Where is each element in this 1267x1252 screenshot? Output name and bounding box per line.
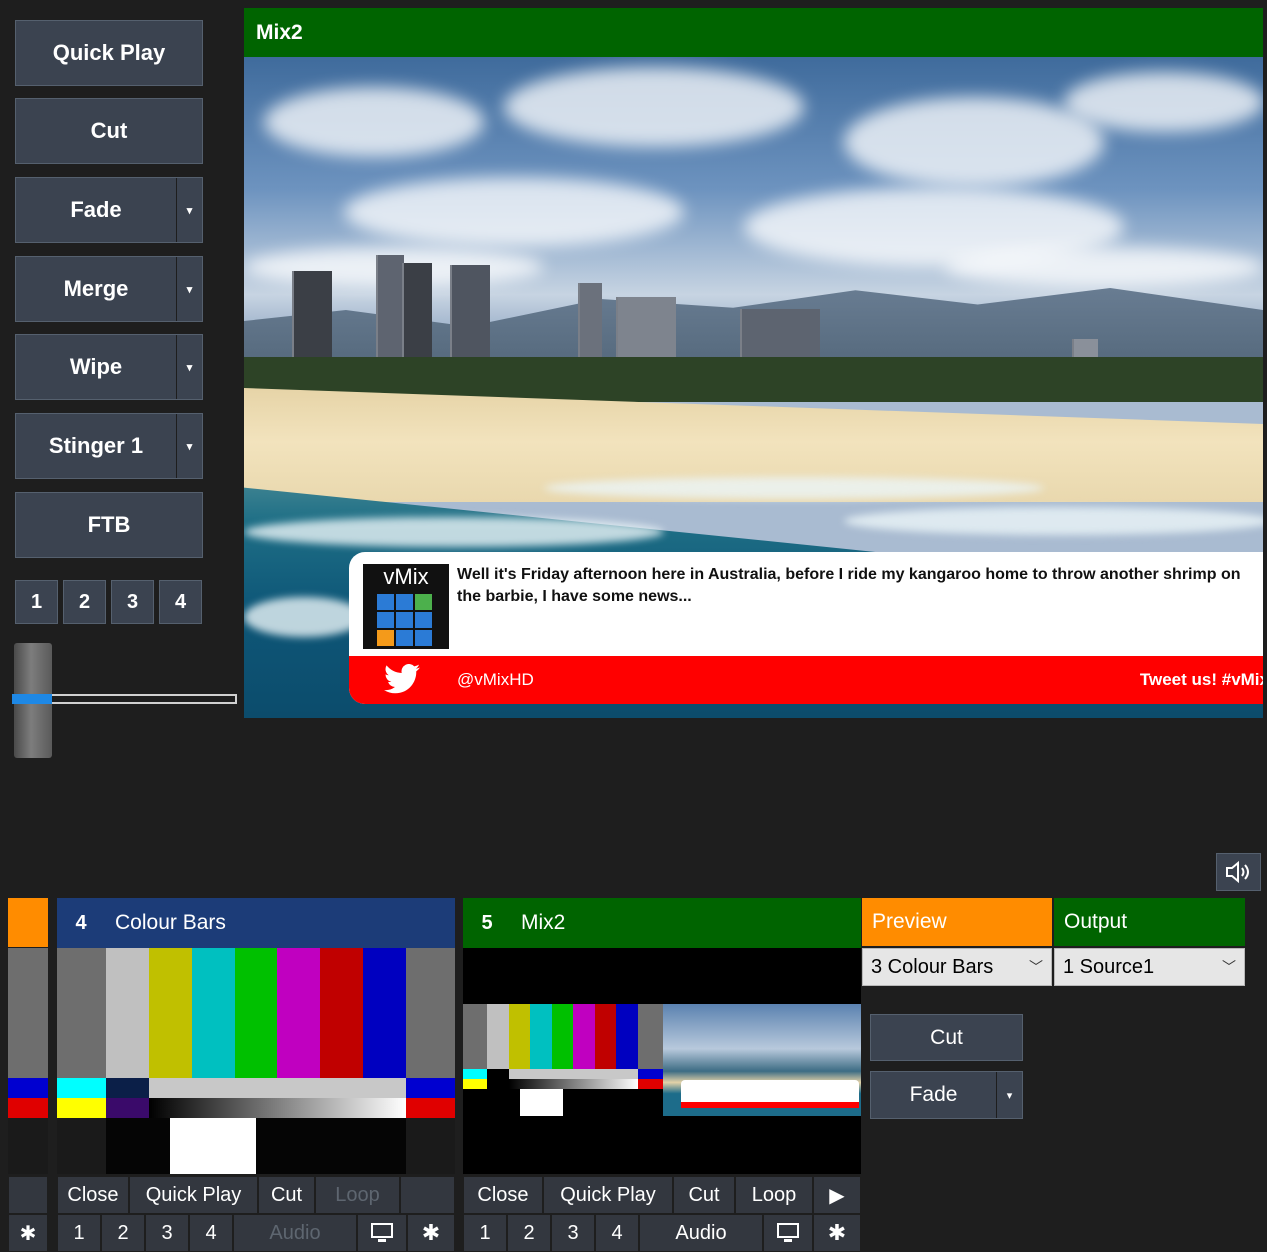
t-bar-indicator: [12, 694, 52, 704]
input-5-audio-button[interactable]: Audio: [639, 1214, 763, 1252]
wipe-label: Wipe: [69, 354, 123, 379]
input-4-loop-button[interactable]: Loop: [315, 1176, 400, 1214]
cut-label: Cut: [90, 118, 128, 143]
input-4-overlay-1-button[interactable]: 1: [57, 1214, 101, 1252]
merge-dropdown-icon[interactable]: ▾: [176, 257, 202, 321]
input-5-title: Mix2: [521, 911, 566, 934]
transition-3-button[interactable]: 3: [111, 580, 154, 624]
input-4-overlay-3-button[interactable]: 3: [145, 1214, 189, 1252]
input-5-header[interactable]: 5 Mix2: [463, 898, 861, 948]
stinger-button[interactable]: Stinger 1 ▾: [15, 413, 203, 479]
fade-label: Fade: [70, 197, 122, 222]
preview-select-value: 3 Colour Bars: [871, 955, 994, 978]
mix-fade-dropdown-icon[interactable]: ▾: [996, 1072, 1022, 1118]
input-5-overlay-3-button[interactable]: 3: [551, 1214, 595, 1252]
stinger-label: Stinger 1: [48, 433, 144, 458]
partial-gear-icon[interactable]: ✱: [8, 1214, 48, 1252]
twitter-bird-icon: [384, 664, 420, 694]
output-label: Output: [1054, 898, 1245, 946]
input-4-number: 4: [75, 911, 87, 934]
input-4-audio-button[interactable]: Audio: [233, 1214, 357, 1252]
input-4-play-slot: [400, 1176, 455, 1214]
partial-close-button[interactable]: [8, 1176, 48, 1214]
input-5-play-icon[interactable]: ▶: [813, 1176, 861, 1214]
partial-input-thumbnail[interactable]: [8, 948, 48, 1174]
input-5-overlay-2-button[interactable]: 2: [507, 1214, 551, 1252]
viewer-title: Mix2: [244, 8, 1263, 57]
input-5-quick-play-button[interactable]: Quick Play: [543, 1176, 673, 1214]
input-4-title: Colour Bars: [115, 911, 226, 934]
chevron-down-icon: ﹀: [1029, 959, 1043, 975]
mix-fade-button[interactable]: Fade ▾: [870, 1071, 1023, 1119]
input-4-thumbnail[interactable]: [57, 948, 455, 1174]
tweet-handle: @vMixHD: [457, 670, 534, 689]
tweet-overlay: vMix Well it's Friday afternoon here in …: [349, 552, 1263, 704]
input-5-overlay-1-button[interactable]: 1: [463, 1214, 507, 1252]
input-5-monitor-icon[interactable]: [763, 1214, 813, 1252]
input-4-overlay-row: 1 2 3 4 Audio ✱: [57, 1214, 455, 1252]
quick-play-label: Quick Play: [52, 40, 166, 65]
input-5-cut-button[interactable]: Cut: [673, 1176, 735, 1214]
speaker-icon[interactable]: [1216, 853, 1261, 891]
input-5-number: 5: [481, 911, 493, 934]
output-select-value: 1 Source1: [1063, 955, 1155, 978]
input-5-gear-icon[interactable]: ✱: [813, 1214, 861, 1252]
input-5-overlay-row: 1 2 3 4 Audio ✱: [463, 1214, 861, 1252]
ftb-label: FTB: [87, 512, 131, 537]
input-5-overlay-4-button[interactable]: 4: [595, 1214, 639, 1252]
output-viewer: Mix2 vMix Well it's Friday afternoon her…: [244, 8, 1263, 718]
transition-2-button[interactable]: 2: [63, 580, 106, 624]
cut-button[interactable]: Cut: [15, 98, 203, 164]
input-5-close-button[interactable]: Close: [463, 1176, 543, 1214]
tweet-cta: Tweet us! #vMix: [1139, 670, 1263, 689]
tweet-bar: @vMixHD Tweet us! #vMix: [349, 656, 1263, 704]
wipe-dropdown-icon[interactable]: ▾: [176, 335, 202, 399]
input-5-loop-button[interactable]: Loop: [735, 1176, 813, 1214]
merge-label: Merge: [63, 276, 129, 301]
mix-cut-button[interactable]: Cut: [870, 1014, 1023, 1061]
input-5-controls: Close Quick Play Cut Loop ▶: [463, 1176, 861, 1214]
output-select[interactable]: 1 Source1 ﹀: [1054, 948, 1245, 986]
vmix-logo: vMix: [363, 564, 449, 649]
quick-play-button[interactable]: Quick Play: [15, 20, 203, 86]
tweet-text: Well it's Friday afternoon here in Austr…: [457, 566, 1241, 605]
input-4-overlay-4-button[interactable]: 4: [189, 1214, 233, 1252]
preview-select[interactable]: 3 Colour Bars ﹀: [862, 948, 1052, 986]
wipe-button[interactable]: Wipe ▾: [15, 334, 203, 400]
vmix-logo-text: vMix: [383, 564, 429, 589]
stinger-dropdown-icon[interactable]: ▾: [176, 414, 202, 478]
fade-button[interactable]: Fade ▾: [15, 177, 203, 243]
ftb-button[interactable]: FTB: [15, 492, 203, 558]
transition-4-button[interactable]: 4: [159, 580, 202, 624]
input-4-monitor-icon[interactable]: [357, 1214, 407, 1252]
viewer-image: vMix Well it's Friday afternoon here in …: [244, 57, 1263, 718]
mix-fade-label: Fade: [909, 1083, 958, 1106]
fade-dropdown-icon[interactable]: ▾: [176, 178, 202, 242]
input-4-header[interactable]: 4 Colour Bars: [57, 898, 455, 948]
input-4-close-button[interactable]: Close: [57, 1176, 129, 1214]
input-4-gear-icon[interactable]: ✱: [407, 1214, 455, 1252]
input-4-controls: Close Quick Play Cut Loop: [57, 1176, 455, 1214]
input-4-quick-play-button[interactable]: Quick Play: [129, 1176, 258, 1214]
input-4-cut-button[interactable]: Cut: [258, 1176, 315, 1214]
input-4-overlay-2-button[interactable]: 2: [101, 1214, 145, 1252]
input-5-thumbnail[interactable]: [463, 948, 861, 1174]
merge-button[interactable]: Merge ▾: [15, 256, 203, 322]
partial-input-header[interactable]: [8, 898, 48, 947]
preview-label: Preview: [862, 898, 1052, 946]
chevron-down-icon: ﹀: [1222, 959, 1236, 975]
transition-1-button[interactable]: 1: [15, 580, 58, 624]
